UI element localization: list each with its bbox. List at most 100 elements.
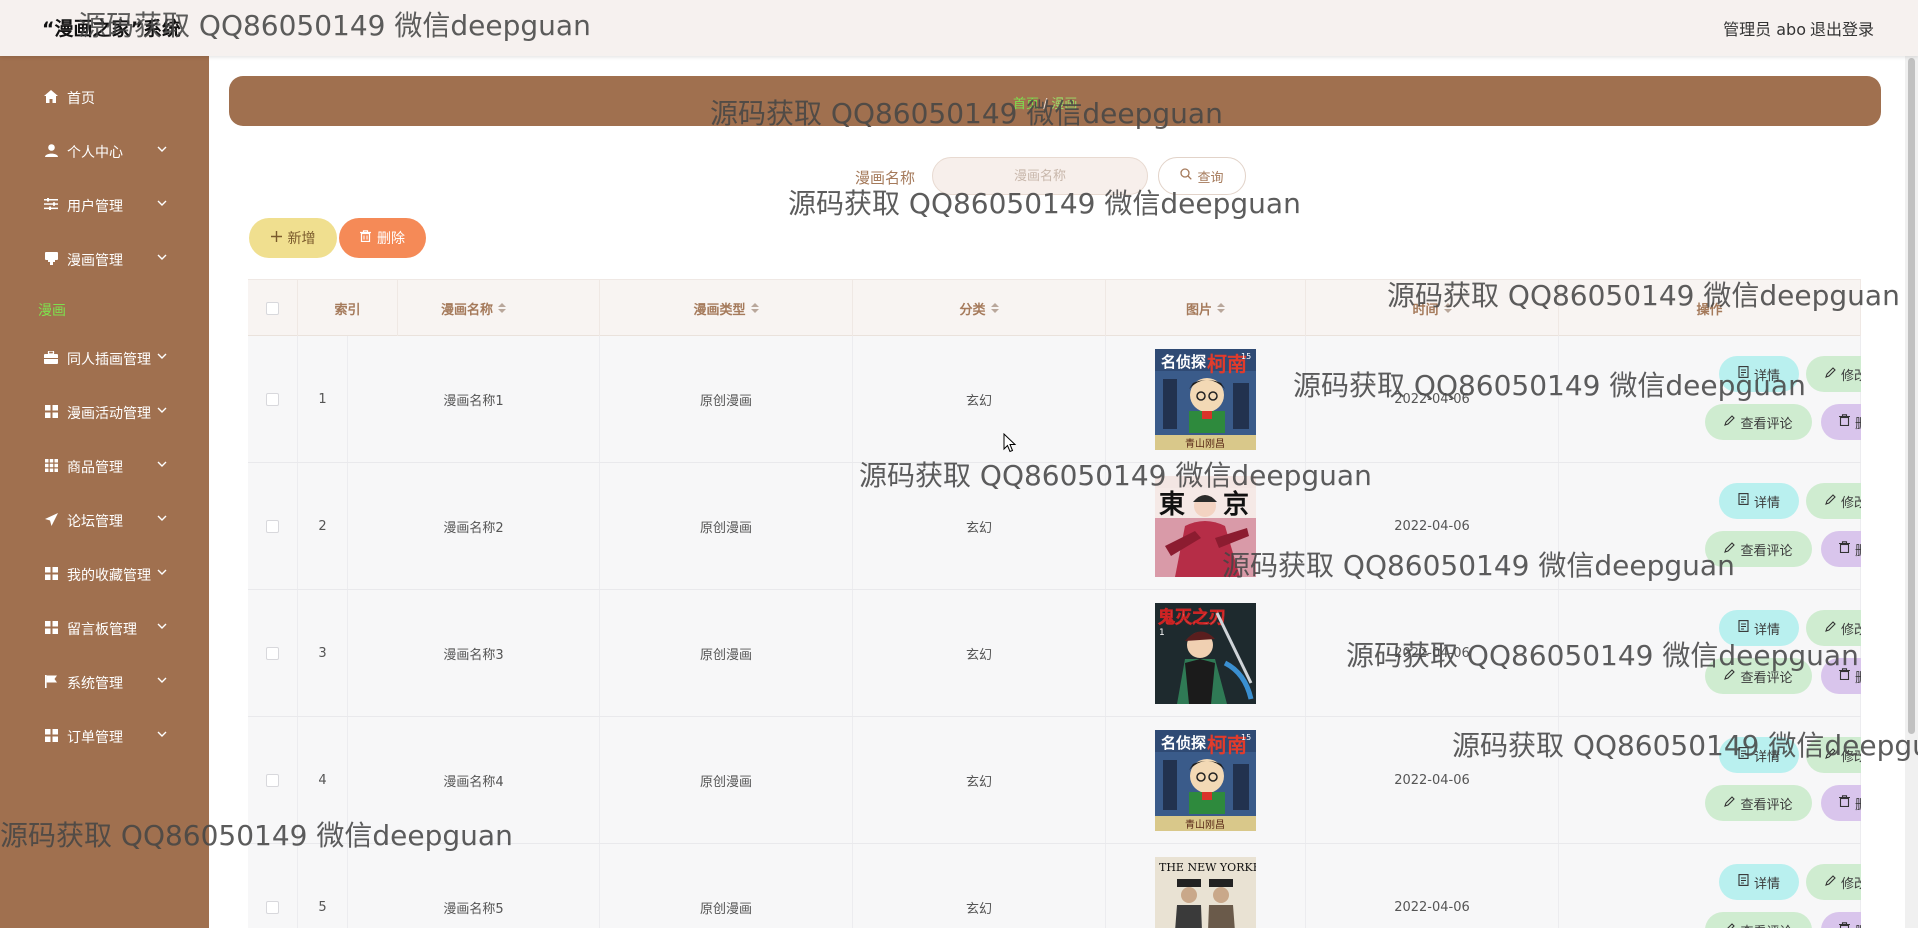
grid-icon: [44, 728, 58, 742]
row-checkbox[interactable]: [266, 392, 279, 406]
sidebar-item-messages[interactable]: 留言板管理: [0, 608, 209, 648]
cover-image-tokyo[interactable]: 東 京: [1155, 475, 1256, 577]
delete-button[interactable]: 删除: [1821, 912, 1861, 928]
sort-icon[interactable]: [750, 303, 759, 313]
document-icon: [1738, 874, 1749, 890]
sidebar-item-profile[interactable]: 个人中心: [0, 131, 209, 171]
mouse-cursor-icon: [1003, 432, 1017, 457]
detail-label: 详情: [1753, 876, 1780, 892]
view-comments-button[interactable]: 查看评论: [1705, 531, 1812, 567]
sort-icon[interactable]: [1217, 303, 1225, 313]
column-header-category[interactable]: 分类: [853, 280, 1106, 336]
row-checkbox[interactable]: [266, 519, 279, 533]
column-header-time[interactable]: 时间: [1306, 280, 1559, 336]
sidebar-item-orders[interactable]: 订单管理: [0, 716, 209, 756]
app-title: “漫画之家”系统: [42, 18, 181, 40]
edit-button[interactable]: 修改: [1806, 737, 1861, 773]
detail-button[interactable]: 详情: [1719, 610, 1799, 646]
breadcrumb: 首页 / 漫画: [1013, 93, 1077, 112]
sidebar-item-users[interactable]: 用户管理: [0, 185, 209, 225]
chevron-down-icon: [157, 142, 169, 156]
sidebar-item-favorites[interactable]: 我的收藏管理: [0, 554, 209, 594]
breadcrumb-home[interactable]: 首页: [1013, 97, 1039, 112]
column-header-image[interactable]: 图片: [1106, 280, 1306, 336]
table-row: 5 漫画名称5 原创漫画 玄幻 THE NEW YORKER 2022-04-0…: [248, 844, 1861, 928]
cover-image-new-yorker[interactable]: THE NEW YORKER: [1155, 856, 1256, 928]
row-checkbox[interactable]: [266, 646, 279, 660]
detail-button[interactable]: 详情: [1719, 356, 1799, 392]
delete-button[interactable]: 删除: [1821, 531, 1861, 567]
sidebar-item-label: 留言板管理: [67, 622, 137, 638]
table-header: 索引 漫画名称 漫画类型 分类 图片 时间 操作: [248, 279, 1861, 336]
sidebar-item-activities[interactable]: 漫画活动管理: [0, 392, 209, 432]
document-icon: [1738, 493, 1749, 509]
cover-volume: 15: [1241, 352, 1251, 361]
sidebar-item-forum[interactable]: 论坛管理: [0, 500, 209, 540]
edit-label: 修改: [1840, 749, 1861, 765]
search-button[interactable]: 查询: [1158, 157, 1246, 195]
sidebar-item-home[interactable]: 首页: [0, 77, 209, 117]
delete-button[interactable]: 删除: [1821, 404, 1861, 440]
select-cell: [248, 463, 298, 589]
view-comments-button[interactable]: 查看评论: [1705, 912, 1812, 928]
edit-button[interactable]: 修改: [1806, 483, 1861, 519]
image-cell: 名侦探 柯南 15 青山刚昌: [1106, 717, 1306, 843]
sidebar-item-label: 漫画管理: [67, 253, 123, 269]
select-all-checkbox[interactable]: [266, 301, 279, 315]
detail-button[interactable]: 详情: [1719, 864, 1799, 900]
view-comments-button[interactable]: 查看评论: [1705, 404, 1812, 440]
trash-icon: [1838, 922, 1850, 928]
actions-cell: 详情 修改 查看评论 删除: [1559, 844, 1861, 928]
chevron-down-icon: [157, 403, 169, 417]
pencil-icon: [1825, 493, 1836, 509]
row-checkbox[interactable]: [266, 900, 279, 914]
sliders-icon: [44, 197, 58, 211]
detail-button[interactable]: 详情: [1719, 483, 1799, 519]
cover-image-kimetsu[interactable]: 鬼灭之刃 1: [1155, 602, 1256, 704]
index-cell: 4: [298, 717, 348, 843]
chevron-down-icon: [157, 457, 169, 471]
edit-button[interactable]: 修改: [1806, 356, 1861, 392]
select-cell: [248, 336, 298, 462]
time-cell: 2022-04-06: [1306, 717, 1559, 843]
row-checkbox[interactable]: [266, 773, 279, 787]
sidebar-item-label: 论坛管理: [67, 514, 123, 530]
add-button[interactable]: 新增: [249, 218, 337, 258]
sidebar-item-system[interactable]: 系统管理: [0, 662, 209, 702]
sort-icon[interactable]: [990, 303, 999, 313]
sidebar-item-comics[interactable]: 漫画管理: [0, 239, 209, 279]
image-cell: 名侦探 柯南 15 青山刚昌: [1106, 336, 1306, 462]
delete-button[interactable]: 删除: [1821, 658, 1861, 694]
scrollbar-thumb[interactable]: [1908, 58, 1915, 734]
grid-icon: [44, 404, 58, 418]
header-select-all-cell: [248, 280, 298, 336]
edit-button[interactable]: 修改: [1806, 610, 1861, 646]
view-comments-button[interactable]: 查看评论: [1705, 785, 1812, 821]
pencil-icon: [1825, 366, 1836, 382]
detail-button[interactable]: 详情: [1719, 737, 1799, 773]
sidebar-subitem-comic[interactable]: 漫画: [38, 300, 66, 320]
search-input[interactable]: [932, 157, 1148, 195]
time-cell: 2022-04-06: [1306, 844, 1559, 928]
delete-label: 删除: [1855, 667, 1861, 686]
sidebar-item-products[interactable]: 商品管理: [0, 446, 209, 486]
view-comments-button[interactable]: 查看评论: [1705, 658, 1812, 694]
delete-button[interactable]: 删除: [1821, 785, 1861, 821]
pencil-icon: [1825, 874, 1836, 890]
column-label: 漫画名称: [440, 302, 493, 318]
document-icon: [1738, 747, 1749, 763]
grid-dots-icon: [44, 458, 58, 472]
batch-delete-button[interactable]: 删除: [339, 218, 426, 258]
logout-link[interactable]: 退出登录: [1810, 16, 1874, 40]
page-scrollbar[interactable]: [1905, 56, 1918, 928]
chevron-down-icon: [157, 565, 169, 579]
sidebar-item-fan-art[interactable]: 同人插画管理: [0, 338, 209, 378]
cover-image-conan[interactable]: 名侦探 柯南 15 青山刚昌: [1155, 348, 1256, 450]
pencil-icon: [1724, 795, 1736, 811]
column-header-type[interactable]: 漫画类型: [600, 280, 853, 336]
sort-icon[interactable]: [498, 303, 506, 313]
column-header-name[interactable]: 漫画名称: [348, 280, 600, 336]
cover-image-conan[interactable]: 名侦探 柯南 15 青山刚昌: [1155, 729, 1256, 831]
sort-icon[interactable]: [1443, 303, 1452, 313]
edit-button[interactable]: 修改: [1806, 864, 1861, 900]
